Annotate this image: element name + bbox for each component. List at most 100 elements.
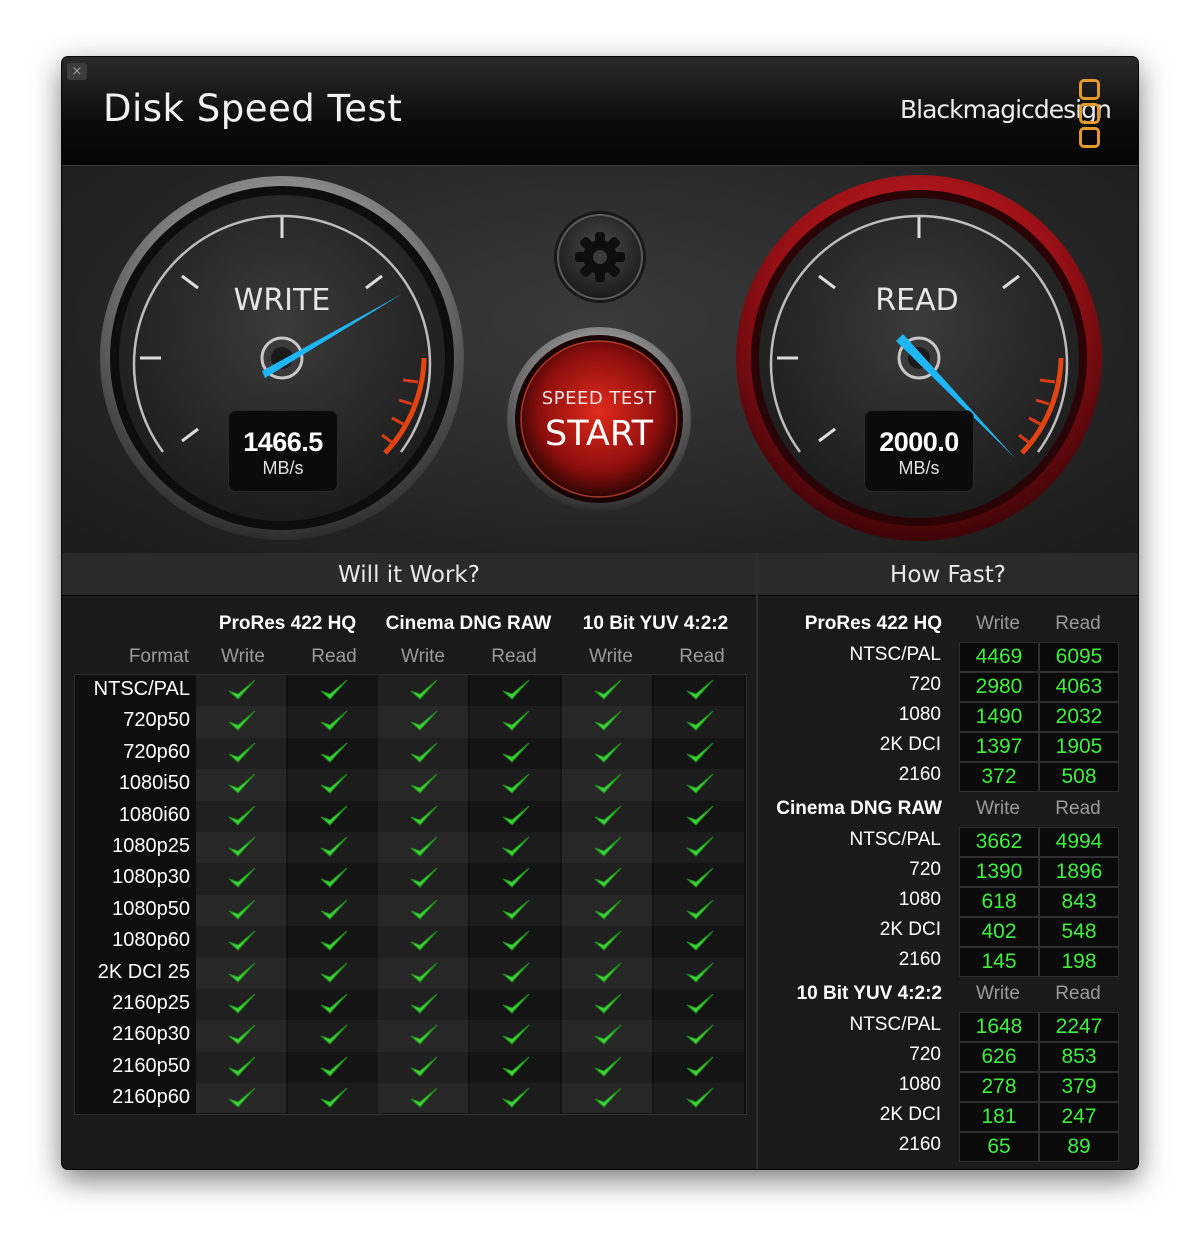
ww-subheader-write: Write	[589, 646, 633, 667]
read-speed-value: 2000.0	[879, 427, 959, 457]
hf-row-label: NTSC/PAL	[849, 1014, 941, 1035]
hf-read-value: 4994	[1039, 827, 1119, 857]
hf-write-value: 626	[959, 1042, 1039, 1072]
ww-row-label: 2160p25	[112, 992, 190, 1014]
ww-subheader-read: Read	[679, 646, 725, 667]
gear-button-graphic	[554, 211, 646, 303]
ww-row-band	[196, 1020, 744, 1051]
ww-format-header: Format	[128, 646, 189, 667]
read-readout: 2000.0 MB/s	[864, 410, 974, 492]
checkmark-icon	[594, 1056, 622, 1077]
ww-row-label: 2K DCI 25	[97, 960, 190, 983]
ww-row-label: 1080i60	[118, 803, 190, 826]
hf-read-value: 853	[1039, 1042, 1119, 1072]
checkmark-icon	[320, 1025, 348, 1046]
hf-write-value: 1490	[959, 702, 1039, 732]
checkmark-icon	[502, 899, 530, 920]
checkmark-icon	[228, 868, 256, 889]
hf-write-value: 1397	[959, 732, 1039, 762]
close-button[interactable]: ×	[67, 63, 87, 80]
hf-write-value: 4469	[959, 642, 1039, 672]
hf-read-value: 2032	[1039, 702, 1119, 732]
checkmark-icon	[228, 993, 256, 1014]
ww-row-label: 1080p25	[112, 835, 190, 857]
ww-row-label: NTSC/PAL	[93, 678, 190, 700]
write-readout: 1466.5 MB/s	[228, 410, 338, 492]
hf-row-label: 720	[909, 859, 941, 880]
ww-subheader-write: Write	[221, 646, 265, 667]
checkmark-icon	[502, 836, 530, 857]
ww-row-label: 1080p60	[112, 929, 190, 952]
start-button-caption: SPEED TEST	[541, 388, 657, 409]
hf-write-value: 618	[959, 887, 1039, 917]
checkmark-icon	[228, 962, 256, 983]
checkmark-icon	[320, 930, 348, 951]
hf-read-value: 2247	[1039, 1012, 1119, 1042]
checkmark-icon	[228, 1087, 256, 1108]
read-speed-unit: MB/s	[898, 458, 940, 478]
how-fast-heading: How Fast?	[758, 553, 1138, 596]
checkmark-icon	[228, 899, 256, 920]
checkmark-icon	[594, 868, 622, 889]
checkmark-icon	[686, 1087, 714, 1108]
hf-subheader-read: Read	[1055, 798, 1101, 819]
checkmark-icon	[502, 962, 530, 983]
checkmark-icon	[320, 711, 348, 732]
checkmark-icon	[228, 836, 256, 857]
checkmark-icon	[410, 773, 438, 794]
hf-write-value: 372	[959, 762, 1039, 792]
start-button[interactable]: SPEED TEST START	[513, 333, 685, 505]
hf-read-value: 508	[1039, 762, 1119, 792]
ww-row-label: 2160p50	[112, 1054, 190, 1077]
checkmark-icon	[410, 962, 438, 983]
checkmark-icon	[228, 773, 256, 794]
checkmark-icon	[320, 1056, 348, 1077]
hf-write-value: 3662	[959, 827, 1039, 857]
write-gauge-label: WRITE	[233, 283, 331, 318]
hf-write-value: 2980	[959, 672, 1039, 702]
checkmark-icon	[502, 930, 530, 951]
ww-row-band	[196, 832, 744, 863]
hf-read-value: 6095	[1039, 642, 1119, 672]
title-bar: × Disk Speed Test Blackmagicdesign	[62, 57, 1138, 166]
hf-row-label: 720	[909, 1044, 941, 1065]
checkmark-icon	[686, 836, 714, 857]
ww-row-label: 2160p30	[112, 1023, 190, 1046]
checkmark-icon	[686, 711, 714, 732]
checkmark-icon	[686, 962, 714, 983]
hf-row-label: 720	[909, 674, 941, 695]
hf-row-label: 2K DCI	[879, 734, 941, 755]
checkmark-icon	[410, 836, 438, 857]
checkmark-icon	[502, 993, 530, 1014]
hf-row-label: 1080	[898, 1074, 941, 1095]
ww-group-prores: ProRes 422 HQ	[218, 613, 357, 634]
checkmark-icon	[594, 773, 622, 794]
checkmark-icon	[320, 993, 348, 1014]
hf-row-label: 2160	[898, 764, 941, 785]
app-window: × Disk Speed Test Blackmagicdesign WRITE…	[62, 57, 1138, 1169]
hf-row-label: 2K DCI	[879, 919, 941, 940]
hf-group-title: 10 Bit YUV 4:2:2	[796, 983, 942, 1004]
checkmark-icon	[686, 930, 714, 951]
checkmark-icon	[410, 993, 438, 1014]
checkmark-icon	[686, 742, 714, 763]
ww-group-yuv: 10 Bit YUV 4:2:2	[582, 613, 729, 634]
will-it-work-heading: Will it Work?	[62, 553, 756, 596]
hf-write-value: 181	[959, 1102, 1039, 1132]
checkmark-icon	[228, 742, 256, 763]
checkmark-icon	[228, 679, 256, 700]
checkmark-icon	[320, 742, 348, 763]
checkmark-icon	[320, 773, 348, 794]
ww-subheader-read: Read	[491, 646, 537, 667]
checkmark-icon	[594, 930, 622, 951]
checkmark-icon	[686, 899, 714, 920]
hf-row-label: NTSC/PAL	[849, 644, 941, 665]
hf-write-value: 1390	[959, 857, 1039, 887]
ww-subheader-write: Write	[401, 646, 445, 667]
checkmark-icon	[686, 993, 714, 1014]
hf-read-value: 379	[1039, 1072, 1119, 1102]
hf-read-value: 4063	[1039, 672, 1119, 702]
checkmark-icon	[594, 742, 622, 763]
checkmark-icon	[410, 899, 438, 920]
hf-read-value: 198	[1039, 947, 1119, 977]
